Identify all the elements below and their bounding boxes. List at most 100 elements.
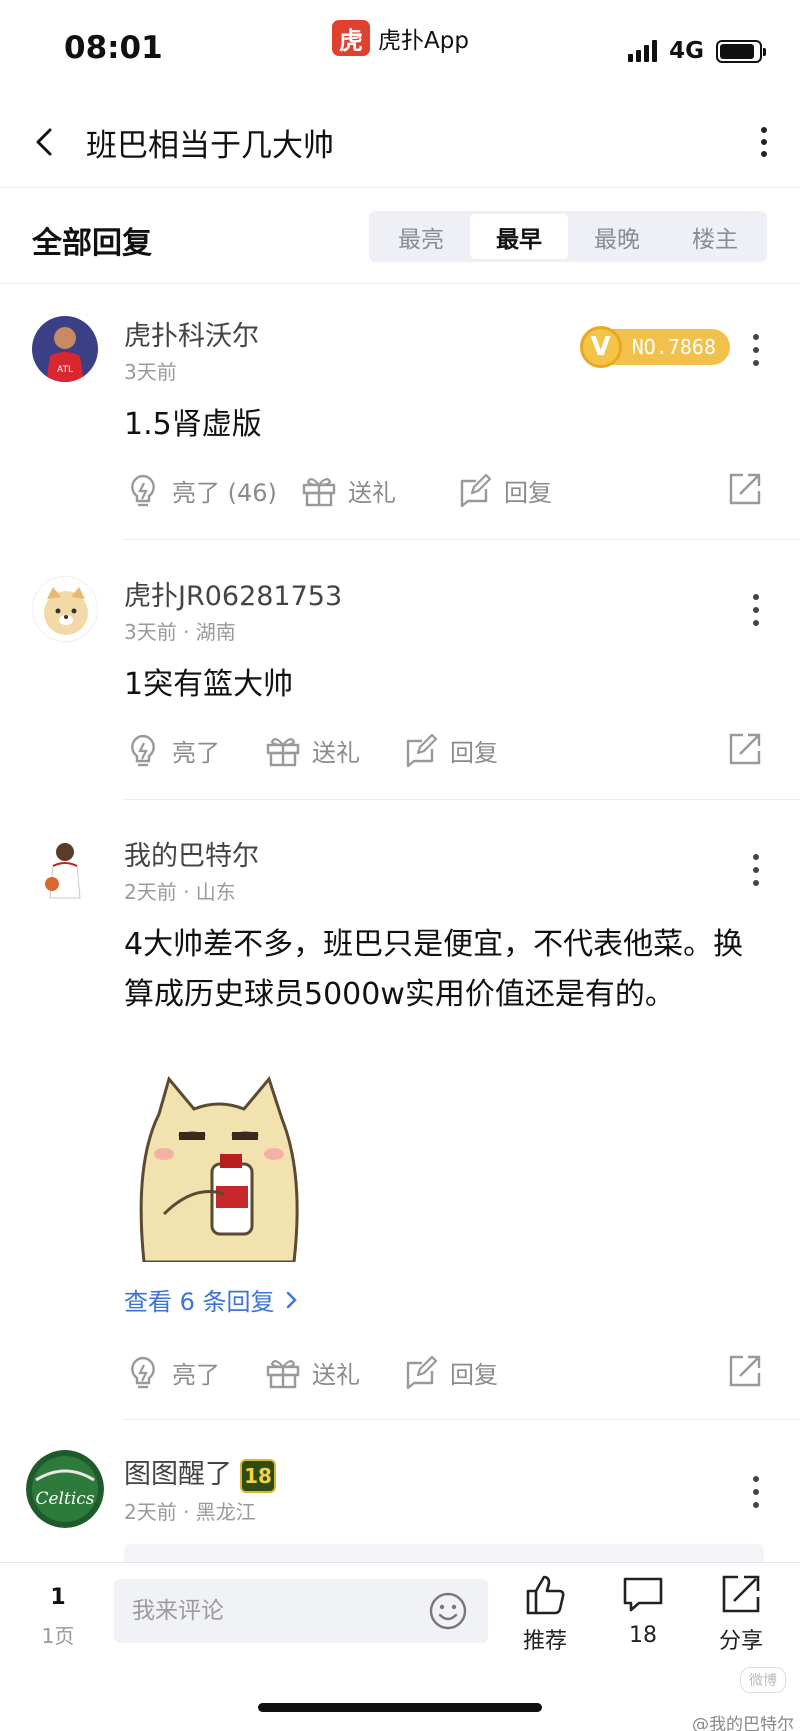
avatar[interactable]	[32, 576, 98, 642]
current-page: 1	[50, 1585, 66, 1610]
recommend-label: 推荐	[522, 1629, 567, 1654]
comment-meta: 3天前	[124, 360, 177, 384]
comment-text: 1突有篮大帅	[124, 667, 294, 702]
level-badge: 18	[240, 1458, 276, 1493]
gift-button[interactable]: 送礼	[264, 728, 360, 772]
tab-earliest[interactable]: 最早	[470, 214, 568, 259]
total-pages: 1页	[41, 1624, 75, 1648]
gift-label: 送礼	[312, 1360, 360, 1389]
comment-item: ATL 虎扑科沃尔 3天前 V NO.7868 1.5肾虚版 亮了 (46) 送…	[0, 300, 800, 540]
avatar[interactable]: ATL	[32, 316, 98, 382]
light-label: 亮了	[172, 1360, 220, 1389]
vertical-dots-icon[interactable]	[752, 592, 760, 628]
share-button[interactable]: 分享	[706, 1571, 776, 1655]
gift-icon	[266, 738, 300, 767]
gift-button[interactable]: 送礼	[300, 468, 396, 512]
signal-icon	[628, 40, 658, 62]
tab-op-only[interactable]: 楼主	[666, 214, 764, 259]
lightbulb-icon	[131, 474, 155, 507]
comments-button[interactable]: 18	[608, 1571, 678, 1648]
comment-username[interactable]: 图图醒了	[124, 1459, 232, 1490]
nav-bar: 班巴相当于几大帅	[0, 96, 800, 188]
share-icon[interactable]	[726, 470, 764, 508]
share-label: 分享	[718, 1629, 763, 1654]
svg-text:ATL: ATL	[57, 365, 73, 375]
comment-item: Celtics 图图醒了 18 2天前 · 黑龙江	[0, 1440, 800, 1562]
share-icon[interactable]	[726, 1352, 764, 1390]
chevron-left-icon[interactable]	[26, 122, 66, 162]
view-replies-label: 查看 6 条回复	[124, 1288, 275, 1316]
page-title: 班巴相当于几大帅	[86, 128, 334, 164]
share-icon[interactable]	[726, 730, 764, 768]
status-indicators: 4G	[628, 38, 766, 64]
emoji-icon[interactable]	[428, 1591, 468, 1631]
sticker-image[interactable]	[124, 1074, 314, 1262]
reply-filter-row: 全部回复 最亮 最早 最晚 楼主	[0, 188, 800, 284]
light-label: 亮了	[172, 738, 220, 767]
tab-brightest[interactable]: 最亮	[372, 214, 470, 259]
recommend-button[interactable]: 推荐	[510, 1571, 580, 1655]
reply-button[interactable]: 回复	[402, 728, 498, 772]
vertical-dots-icon[interactable]	[758, 122, 770, 162]
comment-text: 4大帅差不多，班巴只是便宜，不代表他菜。换算成历史球员5000w实用价值还是有的…	[124, 927, 744, 1012]
lightbulb-icon	[131, 1356, 155, 1389]
gift-label: 送礼	[312, 738, 360, 767]
avatar[interactable]: Celtics	[26, 1450, 104, 1528]
status-app-name: 虎扑App	[378, 28, 469, 54]
status-time: 08:01	[64, 30, 163, 66]
page-indicator[interactable]: 1 1页	[38, 1585, 78, 1649]
reply-label: 回复	[504, 478, 552, 507]
light-label: 亮了 (46)	[172, 478, 277, 507]
vip-number: NO.7868	[609, 329, 730, 365]
gift-icon	[302, 478, 336, 507]
app-logo-icon: 虎	[332, 20, 370, 56]
tab-latest[interactable]: 最晚	[568, 214, 666, 259]
bottom-bar: 1 1页 推荐 18 分享 微博 @我的巴特尔	[0, 1562, 800, 1731]
reply-button[interactable]: 回复	[456, 468, 552, 512]
gift-icon	[266, 1360, 300, 1389]
comment-meta: 2天前 · 山东	[124, 880, 236, 904]
avatar[interactable]	[32, 836, 98, 902]
comment-username[interactable]: 虎扑科沃尔	[124, 314, 259, 353]
comment-actions: 亮了 (46) 送礼 回复	[124, 468, 764, 512]
view-replies-link[interactable]: 查看 6 条回复	[124, 1282, 301, 1317]
reply-label: 回复	[450, 738, 498, 767]
network-type: 4G	[669, 38, 704, 64]
comment-actions: 亮了 送礼 回复	[124, 1350, 764, 1394]
light-button[interactable]: 亮了 (46)	[124, 468, 277, 512]
comment-meta: 3天前 · 湖南	[124, 620, 236, 644]
comment-username-row: 图图醒了 18	[124, 1452, 276, 1493]
thumbs-up-icon	[526, 1575, 565, 1615]
status-bar: 08:01 虎 虎扑App 4G	[0, 0, 800, 92]
status-app-indicator[interactable]: 虎 虎扑App	[332, 20, 469, 56]
comment-actions: 亮了 送礼 回复	[124, 728, 764, 772]
vertical-dots-icon[interactable]	[752, 852, 760, 888]
reply-edit-icon	[406, 1355, 438, 1390]
vertical-dots-icon[interactable]	[752, 332, 760, 368]
gift-button[interactable]: 送礼	[264, 1350, 360, 1394]
quoted-reply-box	[124, 1544, 764, 1562]
comment-count: 18	[629, 1623, 657, 1648]
comment-text: 1.5肾虚版	[124, 407, 262, 442]
reply-edit-icon	[460, 473, 492, 508]
comment-bubble-icon	[623, 1577, 663, 1612]
light-button[interactable]: 亮了	[124, 728, 220, 772]
comment-username[interactable]: 我的巴特尔	[124, 834, 259, 873]
home-indicator[interactable]	[258, 1703, 542, 1712]
reply-label: 回复	[450, 1360, 498, 1389]
vip-v-icon: V	[579, 326, 622, 368]
divider	[124, 1419, 800, 1420]
lightbulb-icon	[131, 734, 155, 767]
reply-button[interactable]: 回复	[402, 1350, 498, 1394]
share-icon	[722, 1575, 760, 1613]
light-button[interactable]: 亮了	[124, 1350, 220, 1394]
divider	[124, 539, 800, 540]
vertical-dots-icon[interactable]	[752, 1474, 760, 1510]
svg-text:Celtics: Celtics	[35, 1489, 94, 1509]
comment-item: 我的巴特尔 2天前 · 山东 4大帅差不多，班巴只是便宜，不代表他菜。换算成历史…	[0, 820, 800, 1420]
comment-username[interactable]: 虎扑JR06281753	[124, 574, 342, 613]
comment-item: 虎扑JR06281753 3天前 · 湖南 1突有篮大帅 亮了 送礼 回复	[0, 560, 800, 800]
divider	[124, 799, 800, 800]
vip-badge[interactable]: V NO.7868	[579, 326, 730, 368]
comment-meta: 2天前 · 黑龙江	[124, 1500, 256, 1524]
